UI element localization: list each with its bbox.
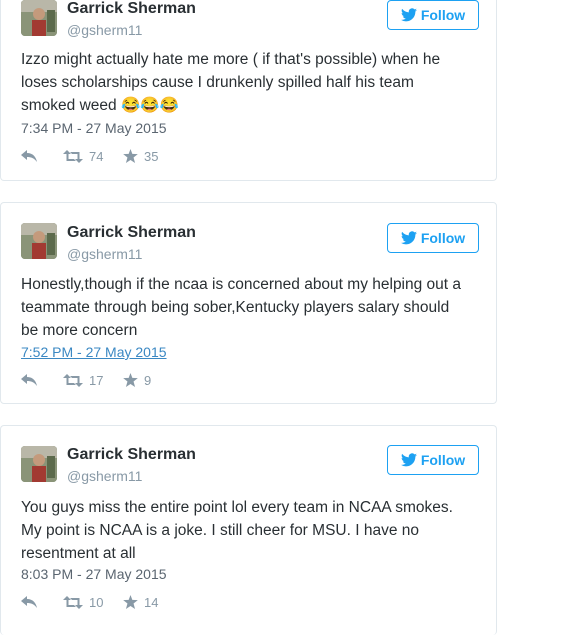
tweet-card: Garrick Sherman @gsherm11 Follow Honestl… (0, 202, 497, 404)
author-name[interactable]: Garrick Sherman (67, 446, 196, 464)
retweet-button[interactable]: 10 (63, 595, 123, 610)
tweet-text: Honestly,though if the ncaa is concerned… (21, 273, 491, 342)
tweet-text-line: Honestly,though if the ncaa is concerned… (21, 276, 462, 293)
tweet-text: Izzo might actually hate me more ( if th… (21, 48, 491, 117)
star-icon (123, 595, 138, 609)
retweet-icon (63, 149, 83, 163)
follow-button[interactable]: Follow (387, 445, 479, 475)
retweet-count: 74 (89, 148, 104, 164)
favorite-button[interactable]: 35 (123, 149, 158, 164)
tweet-text-line: My point is NCAA is a joke. I still chee… (21, 522, 419, 539)
follow-button[interactable]: Follow (387, 223, 479, 253)
star-icon (123, 373, 138, 387)
reply-icon (21, 150, 37, 162)
follow-button[interactable]: Follow (387, 0, 479, 30)
tweet-text-line: resentment at all (21, 545, 136, 562)
retweet-button[interactable]: 17 (63, 373, 123, 388)
author-name[interactable]: Garrick Sherman (67, 0, 196, 18)
favorite-button[interactable]: 9 (123, 373, 151, 388)
tweet-timestamp[interactable]: 7:34 PM - 27 May 2015 (21, 120, 167, 136)
tweet-text-line: smoked weed 😂😂😂 (21, 97, 179, 114)
reply-icon (21, 596, 37, 608)
favorite-count: 14 (144, 594, 159, 610)
tweet-card: Garrick Sherman @gsherm11 Follow Izzo mi… (0, 0, 497, 181)
follow-label: Follow (420, 230, 466, 246)
reply-button[interactable] (21, 596, 41, 608)
reply-button[interactable] (21, 374, 41, 386)
reply-button[interactable] (21, 150, 41, 162)
twitter-bird-icon (400, 8, 417, 22)
twitter-bird-icon (400, 231, 417, 245)
favorite-count: 35 (144, 148, 159, 164)
tweet-text-line: teammate through being sober,Kentucky pl… (21, 299, 450, 316)
tweet-timestamp[interactable]: 8:03 PM - 27 May 2015 (21, 566, 167, 582)
follow-label: Follow (420, 7, 466, 23)
author-handle[interactable]: @gsherm11 (67, 468, 142, 484)
avatar[interactable] (21, 0, 57, 36)
tweet-text-line: You guys miss the entire point lol every… (21, 499, 453, 516)
tweet-actions: 17 9 (21, 372, 151, 388)
avatar[interactable] (21, 223, 57, 259)
reply-icon (21, 374, 37, 386)
retweet-button[interactable]: 74 (63, 149, 123, 164)
avatar[interactable] (21, 446, 57, 482)
follow-label: Follow (420, 452, 466, 468)
twitter-bird-icon (400, 453, 417, 467)
tweet-text-line: loses scholarships cause I drunkenly spi… (21, 74, 414, 91)
retweet-count: 10 (89, 594, 104, 610)
tweet-timestamp[interactable]: 7:52 PM - 27 May 2015 (21, 344, 167, 360)
tweet-text-line: Izzo might actually hate me more ( if th… (21, 51, 441, 68)
retweet-icon (63, 373, 83, 387)
author-handle[interactable]: @gsherm11 (67, 246, 142, 262)
tweet-actions: 74 35 (21, 148, 158, 164)
tweet-card: Garrick Sherman @gsherm11 Follow You guy… (0, 425, 497, 635)
tweet-actions: 10 14 (21, 594, 158, 610)
favorite-count: 9 (144, 372, 152, 388)
tweet-text: You guys miss the entire point lol every… (21, 496, 491, 565)
author-name[interactable]: Garrick Sherman (67, 224, 196, 242)
favorite-button[interactable]: 14 (123, 595, 158, 610)
tweet-text-line: be more concern (21, 322, 138, 339)
author-handle[interactable]: @gsherm11 (67, 22, 142, 38)
star-icon (123, 149, 138, 163)
retweet-count: 17 (89, 372, 104, 388)
retweet-icon (63, 595, 83, 609)
